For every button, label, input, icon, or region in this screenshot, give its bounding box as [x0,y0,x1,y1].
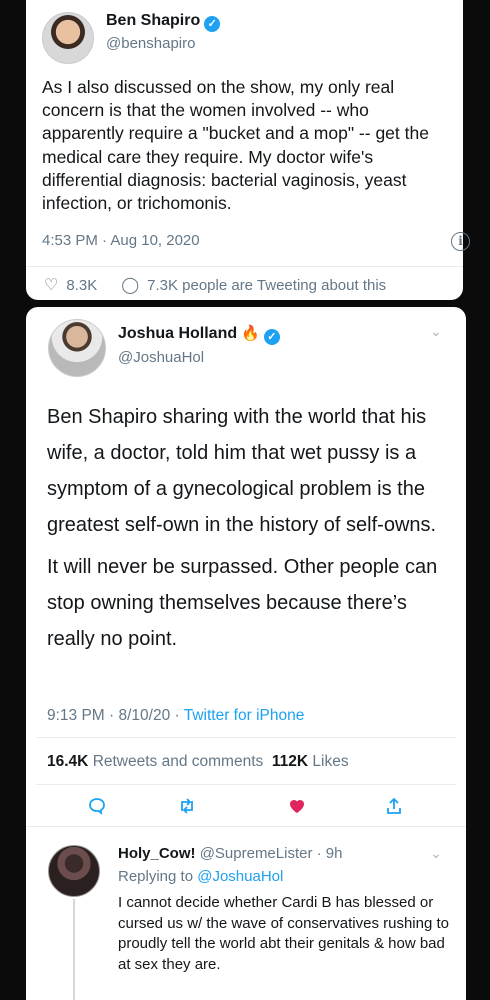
tweet-timestamp: 9:13 PM · 8/10/20 · Twitter for iPhone [47,707,304,725]
tweet-text: As I also discussed on the show, my only… [42,77,429,214]
share-icon[interactable] [381,796,407,820]
tweeting-about-link[interactable]: 7.3K people are Tweeting about this [147,277,386,294]
verified-icon: ✓ [204,16,221,32]
tweet-text: Ben Shapiro sharing with the world that … [47,399,457,657]
likes-label[interactable]: Likes [312,753,348,770]
info-icon[interactable]: i [451,232,470,251]
reply-header: Holy_Cow! @SupremeLister · 9h [118,845,342,862]
author-name[interactable]: Ben Shapiro ✓ [106,12,221,32]
replying-prefix: Replying to [118,868,198,885]
like-icon[interactable] [284,796,310,820]
reply-tweet-card: Holy_Cow! @SupremeLister · 9h ⌄ Replying… [26,826,466,1000]
author-name[interactable]: Joshua Holland 🔥 ✓ [118,324,280,345]
retweets-count[interactable]: 16.4K [47,753,88,770]
divider [36,784,456,785]
engagement-counts: 16.4K Retweets and comments 112K Likes [47,753,349,771]
tweet-paragraph: Ben Shapiro sharing with the world that … [47,406,437,536]
likes-count[interactable]: 112K [272,753,308,770]
retweet-icon[interactable] [174,796,200,820]
author-name[interactable]: Holy_Cow! [118,845,196,862]
author-name-text[interactable]: Joshua Holland [118,325,237,342]
tweet-paragraph: It will never be surpassed. Other people… [47,556,438,650]
reply-icon[interactable] [84,796,110,820]
author-handle-time[interactable]: @SupremeLister · 9h [200,845,343,862]
avatar[interactable] [42,12,94,64]
tweet-timestamp[interactable]: 4:53 PM · Aug 10, 2020 [42,232,200,249]
tweet-source[interactable]: Twitter for iPhone [184,707,305,724]
reply-text: I cannot decide whether Cardi B has bles… [118,894,449,973]
tweet-stats: ♡ 8.3K ◯ 7.3K people are Tweeting about … [44,275,386,295]
fire-icon: 🔥 [241,325,260,342]
replying-to: Replying to @JoshuaHol [118,868,283,885]
author-handle[interactable]: @JoshuaHol [118,349,204,366]
thread-line [73,899,75,1000]
chevron-down-icon[interactable]: ⌄ [430,845,442,862]
author-handle[interactable]: @benshapiro [106,35,195,52]
divider [26,266,463,267]
heart-icon[interactable]: ♡ [44,275,58,295]
replying-to-handle[interactable]: @JoshuaHol [197,868,283,885]
avatar[interactable] [48,319,106,377]
divider [36,737,456,738]
chevron-down-icon[interactable]: ⌄ [430,323,442,340]
avatar[interactable] [48,845,100,897]
comment-icon[interactable]: ◯ [121,275,139,295]
verified-icon: ✓ [263,329,280,345]
tweet-card-benshapiro: Ben Shapiro ✓ @benshapiro As I also discu… [26,0,470,300]
tweet-card-joshuahol: Joshua Holland 🔥 ✓ @JoshuaHol ⌄ Ben Shapir… [26,307,466,812]
tweet-time[interactable]: 9:13 PM · 8/10/20 · [47,707,184,724]
tweet-actions [26,790,466,826]
retweets-label[interactable]: Retweets and comments [93,753,264,770]
author-name-text[interactable]: Ben Shapiro [106,12,200,29]
likes-count[interactable]: 8.3K [66,277,97,294]
